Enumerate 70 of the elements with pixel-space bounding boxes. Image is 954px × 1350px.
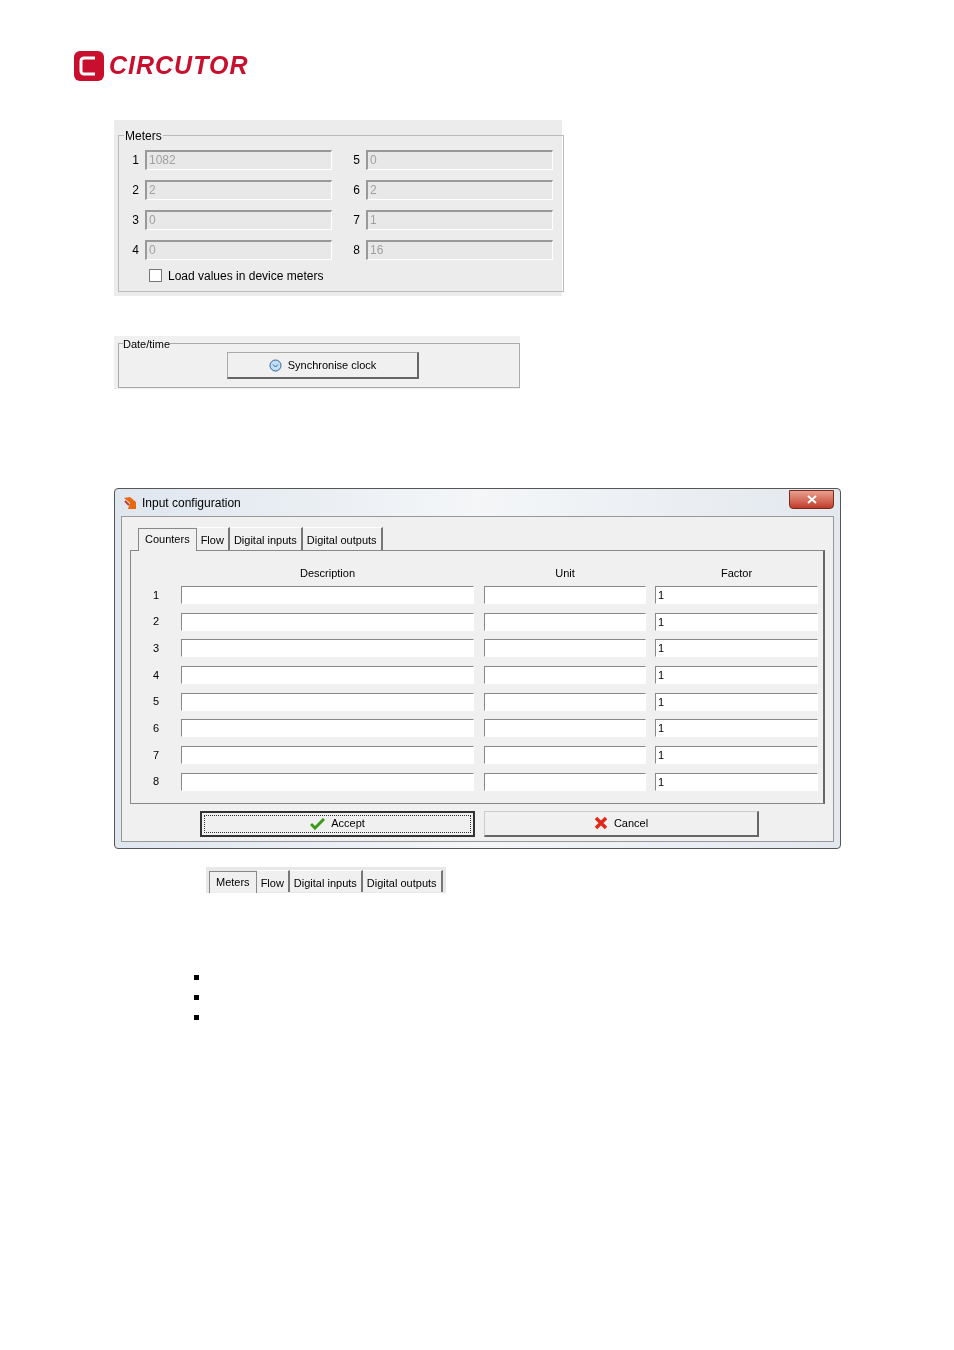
row-number: 7 [151,747,161,763]
description-field[interactable] [181,745,474,764]
unit-field[interactable] [484,719,646,738]
column-header: Factor [719,566,754,581]
cross-icon [593,816,608,830]
unit-field[interactable] [484,745,646,764]
description-field[interactable] [181,639,474,658]
logo-text: CIRCUTOR [109,50,249,81]
row-number: 1 [151,587,161,603]
row-number: 8 [151,774,161,790]
clock-icon [268,358,282,372]
meter-number: 5 [352,151,360,169]
bullet-icon [194,975,199,980]
checkbox-label: Load values in device meters [168,267,324,285]
meter-number: 4 [131,241,139,259]
description-field[interactable] [181,719,474,738]
cancel-button[interactable]: Cancel [484,810,759,837]
description-field[interactable] [181,585,474,604]
row-number: 2 [151,614,161,630]
app-icon [123,495,137,510]
tab[interactable]: Flow [256,869,290,892]
accept-button[interactable]: Accept [200,810,475,837]
row-number: 6 [151,721,161,737]
row-number: 4 [151,667,161,683]
meter-number: 7 [352,211,360,229]
unit-field[interactable] [484,665,646,684]
unit-field[interactable] [484,772,646,791]
close-icon [806,495,817,504]
column-header: Unit [554,566,576,581]
factor-field[interactable]: 1 [655,772,818,791]
tab[interactable]: Digital inputs [289,869,363,892]
meter-number: 6 [352,181,360,199]
meter-number: 8 [352,241,360,259]
unit-field[interactable] [484,612,646,631]
bullet-icon [194,1015,199,1020]
description-field[interactable] [181,612,474,631]
factor-field[interactable]: 1 [655,719,818,738]
description-field[interactable] [181,692,474,711]
checkbox[interactable] [149,269,162,282]
row-number: 3 [151,640,161,656]
meter-number: 3 [131,211,139,229]
factor-field[interactable]: 1 [655,585,818,604]
window-title: Input configuration [142,494,241,512]
tab[interactable]: Meters [209,870,257,893]
factor-field[interactable]: 1 [655,745,818,764]
factor-field[interactable]: 1 [655,612,818,631]
unit-field[interactable] [484,692,646,711]
tab[interactable]: Digital outputs [362,869,443,892]
checkmark-icon [310,817,326,830]
row-number: 5 [151,694,161,710]
factor-field[interactable]: 1 [655,639,818,658]
factor-field[interactable]: 1 [655,692,818,711]
meter-number: 2 [131,181,139,199]
unit-field[interactable] [484,585,646,604]
panel-title: Meters [124,127,163,145]
panel-title: Date/time [123,336,171,352]
tab[interactable]: Counters [138,528,197,551]
tab[interactable]: Digital inputs [229,527,303,550]
factor-field[interactable]: 1 [655,665,818,684]
close-button[interactable] [789,490,834,509]
logo-icon [73,49,105,82]
bullet-icon [194,995,199,1000]
meter-number: 1 [131,151,139,169]
description-field[interactable] [181,772,474,791]
tab[interactable]: Digital outputs [302,527,383,550]
description-field[interactable] [181,665,474,684]
unit-field[interactable] [484,639,646,658]
tab[interactable]: Flow [196,527,230,550]
synchronise-button[interactable]: Synchronise clock [227,352,419,379]
column-header: Description [299,566,356,581]
